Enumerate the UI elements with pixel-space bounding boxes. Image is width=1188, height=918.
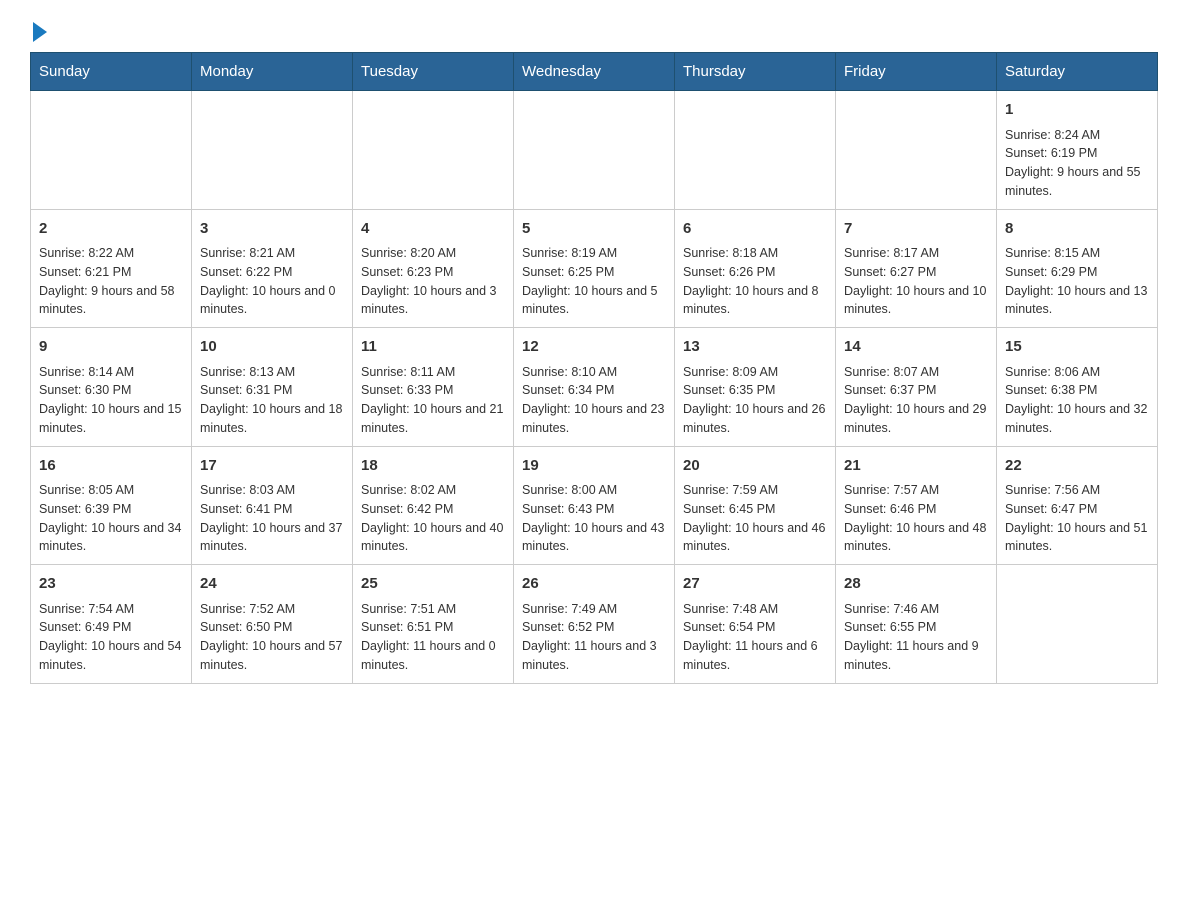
week-row-5: 23Sunrise: 7:54 AMSunset: 6:49 PMDayligh… [31, 565, 1158, 684]
day-number: 5 [522, 218, 666, 241]
calendar-cell: 12Sunrise: 8:10 AMSunset: 6:34 PMDayligh… [514, 328, 675, 447]
day-number: 6 [683, 218, 827, 241]
logo-general-text [30, 20, 47, 42]
calendar-table: SundayMondayTuesdayWednesdayThursdayFrid… [30, 52, 1158, 684]
weekday-header-wednesday: Wednesday [514, 53, 675, 91]
day-number: 18 [361, 455, 505, 478]
calendar-cell: 10Sunrise: 8:13 AMSunset: 6:31 PMDayligh… [192, 328, 353, 447]
calendar-cell: 23Sunrise: 7:54 AMSunset: 6:49 PMDayligh… [31, 565, 192, 684]
week-row-4: 16Sunrise: 8:05 AMSunset: 6:39 PMDayligh… [31, 446, 1158, 565]
calendar-cell: 17Sunrise: 8:03 AMSunset: 6:41 PMDayligh… [192, 446, 353, 565]
day-number: 12 [522, 336, 666, 359]
day-number: 13 [683, 336, 827, 359]
calendar-cell: 24Sunrise: 7:52 AMSunset: 6:50 PMDayligh… [192, 565, 353, 684]
calendar-cell: 19Sunrise: 8:00 AMSunset: 6:43 PMDayligh… [514, 446, 675, 565]
calendar-cell: 4Sunrise: 8:20 AMSunset: 6:23 PMDaylight… [353, 209, 514, 328]
calendar-cell [192, 91, 353, 210]
weekday-header-row: SundayMondayTuesdayWednesdayThursdayFrid… [31, 53, 1158, 91]
day-number: 23 [39, 573, 183, 596]
day-number: 19 [522, 455, 666, 478]
weekday-header-saturday: Saturday [997, 53, 1158, 91]
weekday-header-monday: Monday [192, 53, 353, 91]
calendar-cell: 7Sunrise: 8:17 AMSunset: 6:27 PMDaylight… [836, 209, 997, 328]
calendar-cell: 18Sunrise: 8:02 AMSunset: 6:42 PMDayligh… [353, 446, 514, 565]
calendar-cell: 5Sunrise: 8:19 AMSunset: 6:25 PMDaylight… [514, 209, 675, 328]
calendar-cell: 9Sunrise: 8:14 AMSunset: 6:30 PMDaylight… [31, 328, 192, 447]
day-number: 9 [39, 336, 183, 359]
calendar-cell [353, 91, 514, 210]
page-header [30, 20, 1158, 42]
calendar-cell [997, 565, 1158, 684]
calendar-cell [514, 91, 675, 210]
day-number: 7 [844, 218, 988, 241]
weekday-header-sunday: Sunday [31, 53, 192, 91]
day-number: 22 [1005, 455, 1149, 478]
day-number: 16 [39, 455, 183, 478]
day-number: 20 [683, 455, 827, 478]
day-number: 28 [844, 573, 988, 596]
calendar-cell: 2Sunrise: 8:22 AMSunset: 6:21 PMDaylight… [31, 209, 192, 328]
calendar-cell: 25Sunrise: 7:51 AMSunset: 6:51 PMDayligh… [353, 565, 514, 684]
calendar-cell [675, 91, 836, 210]
week-row-2: 2Sunrise: 8:22 AMSunset: 6:21 PMDaylight… [31, 209, 1158, 328]
day-number: 26 [522, 573, 666, 596]
calendar-cell: 20Sunrise: 7:59 AMSunset: 6:45 PMDayligh… [675, 446, 836, 565]
day-number: 21 [844, 455, 988, 478]
day-number: 1 [1005, 99, 1149, 122]
weekday-header-friday: Friday [836, 53, 997, 91]
day-number: 27 [683, 573, 827, 596]
calendar-cell: 27Sunrise: 7:48 AMSunset: 6:54 PMDayligh… [675, 565, 836, 684]
day-number: 24 [200, 573, 344, 596]
calendar-cell [836, 91, 997, 210]
logo-arrow-icon [33, 22, 47, 42]
day-number: 14 [844, 336, 988, 359]
calendar-cell: 14Sunrise: 8:07 AMSunset: 6:37 PMDayligh… [836, 328, 997, 447]
day-number: 25 [361, 573, 505, 596]
day-number: 4 [361, 218, 505, 241]
day-number: 17 [200, 455, 344, 478]
calendar-cell: 8Sunrise: 8:15 AMSunset: 6:29 PMDaylight… [997, 209, 1158, 328]
day-number: 3 [200, 218, 344, 241]
calendar-cell: 15Sunrise: 8:06 AMSunset: 6:38 PMDayligh… [997, 328, 1158, 447]
day-number: 2 [39, 218, 183, 241]
day-number: 15 [1005, 336, 1149, 359]
day-number: 11 [361, 336, 505, 359]
weekday-header-tuesday: Tuesday [353, 53, 514, 91]
calendar-cell: 21Sunrise: 7:57 AMSunset: 6:46 PMDayligh… [836, 446, 997, 565]
calendar-cell: 26Sunrise: 7:49 AMSunset: 6:52 PMDayligh… [514, 565, 675, 684]
calendar-cell: 16Sunrise: 8:05 AMSunset: 6:39 PMDayligh… [31, 446, 192, 565]
day-number: 10 [200, 336, 344, 359]
calendar-cell: 22Sunrise: 7:56 AMSunset: 6:47 PMDayligh… [997, 446, 1158, 565]
logo [30, 20, 47, 42]
calendar-cell: 1Sunrise: 8:24 AMSunset: 6:19 PMDaylight… [997, 91, 1158, 210]
weekday-header-thursday: Thursday [675, 53, 836, 91]
calendar-cell: 11Sunrise: 8:11 AMSunset: 6:33 PMDayligh… [353, 328, 514, 447]
week-row-3: 9Sunrise: 8:14 AMSunset: 6:30 PMDaylight… [31, 328, 1158, 447]
calendar-cell: 13Sunrise: 8:09 AMSunset: 6:35 PMDayligh… [675, 328, 836, 447]
calendar-cell: 6Sunrise: 8:18 AMSunset: 6:26 PMDaylight… [675, 209, 836, 328]
calendar-cell: 3Sunrise: 8:21 AMSunset: 6:22 PMDaylight… [192, 209, 353, 328]
day-number: 8 [1005, 218, 1149, 241]
calendar-cell: 28Sunrise: 7:46 AMSunset: 6:55 PMDayligh… [836, 565, 997, 684]
week-row-1: 1Sunrise: 8:24 AMSunset: 6:19 PMDaylight… [31, 91, 1158, 210]
calendar-cell [31, 91, 192, 210]
